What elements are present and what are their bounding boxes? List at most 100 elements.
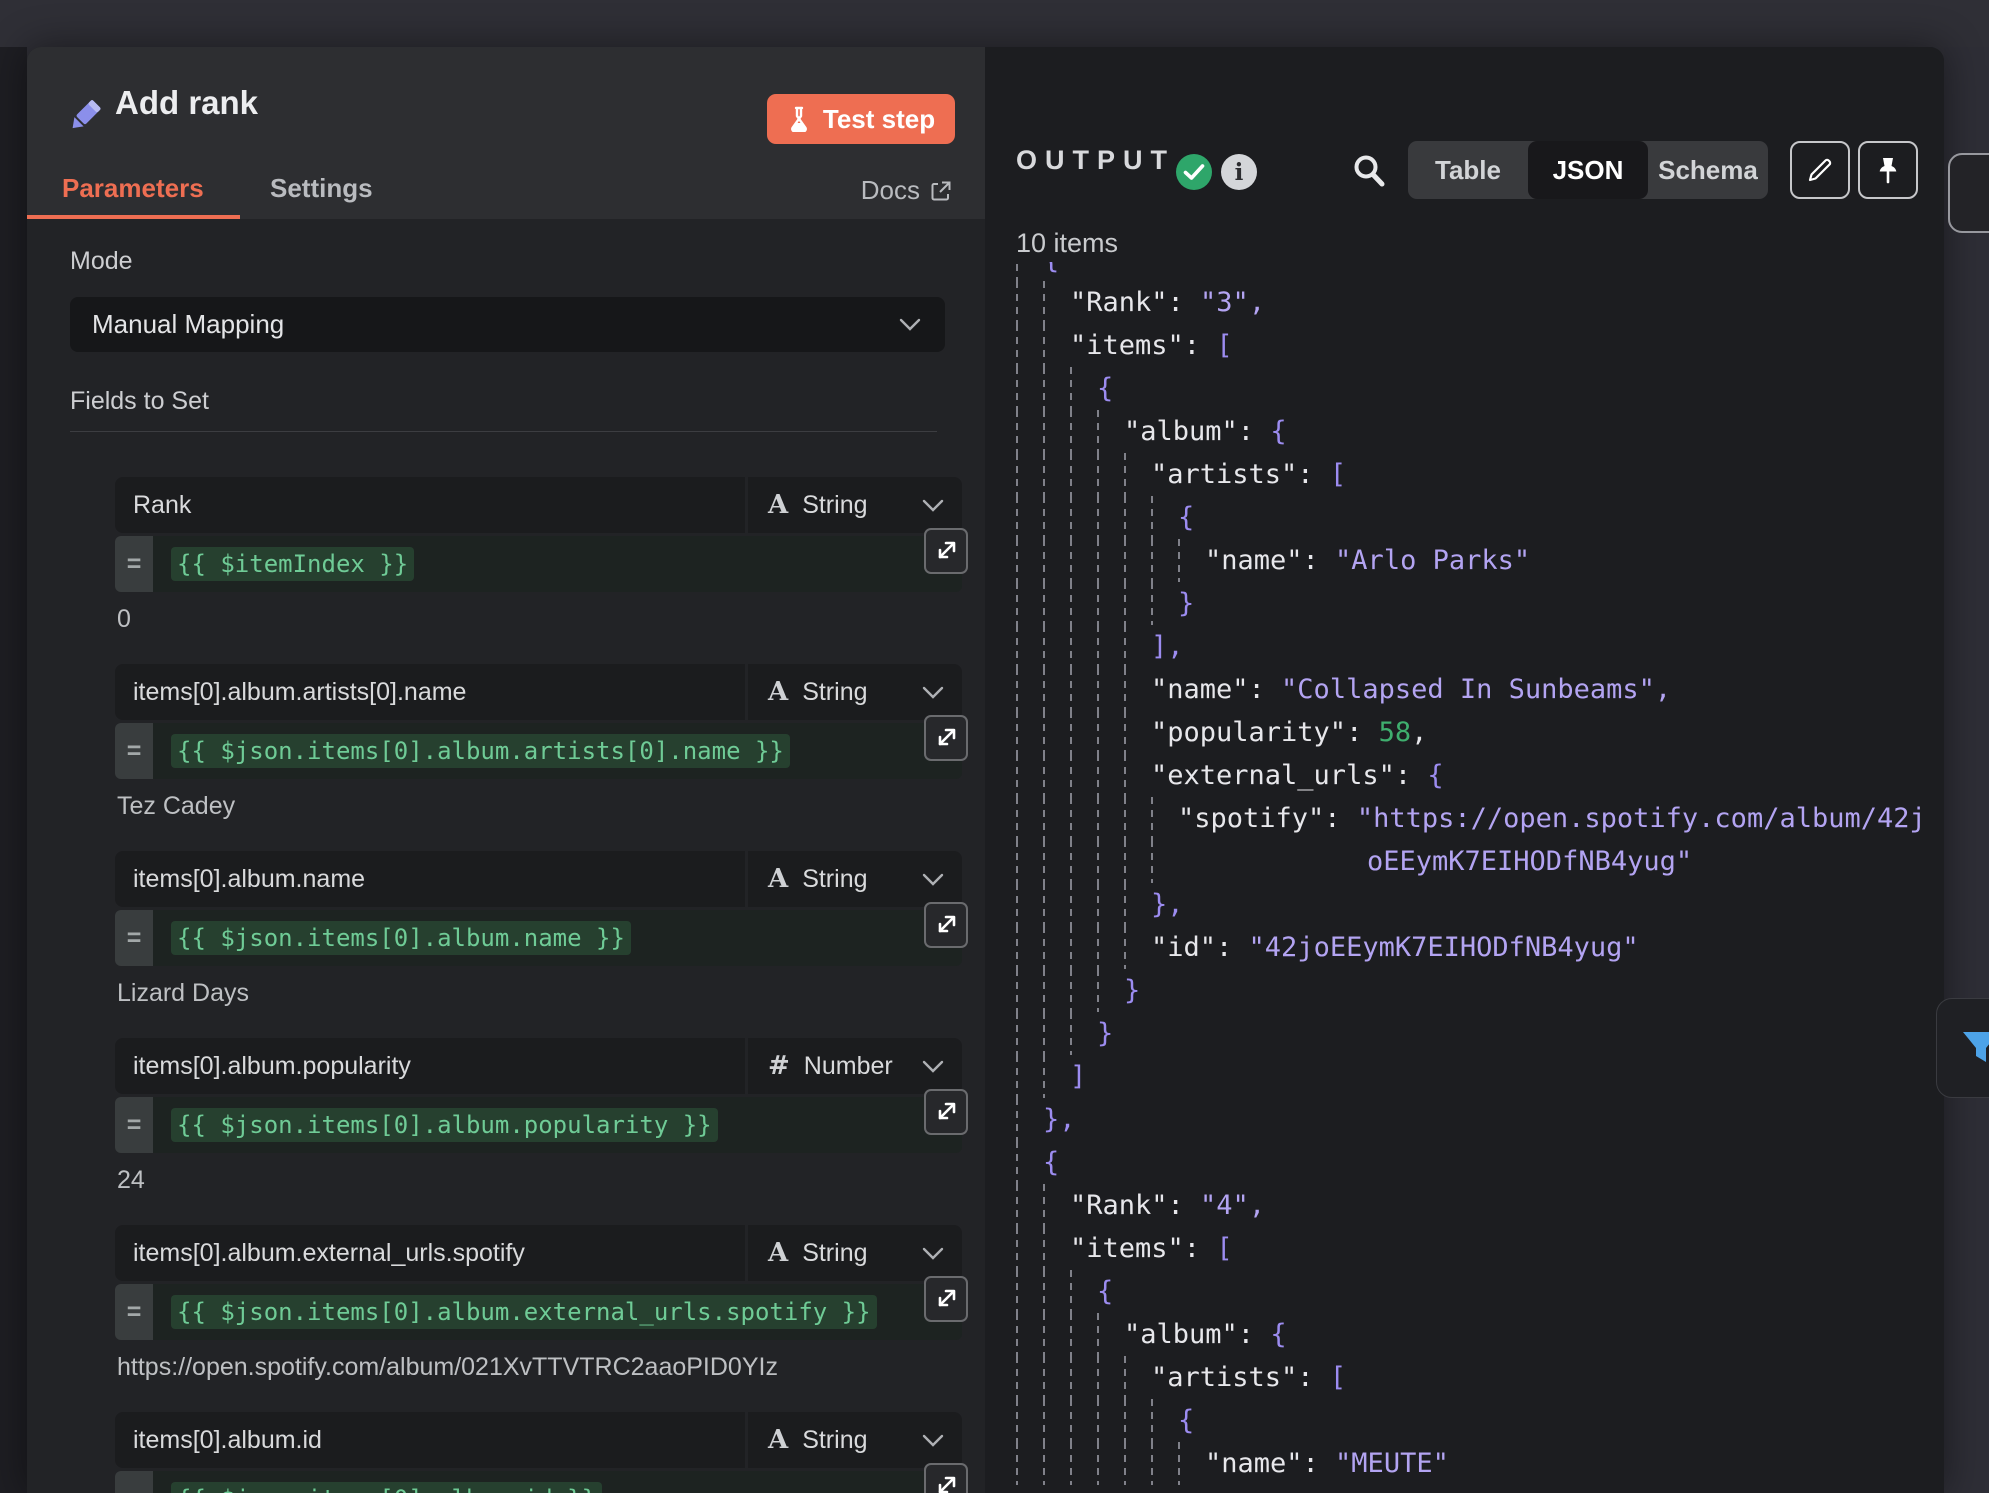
chevron-down-icon bbox=[922, 1247, 944, 1260]
json-line: "Rank": "3", bbox=[1016, 281, 1940, 324]
json-line: "items": [ bbox=[1016, 324, 1940, 367]
expand-icon bbox=[935, 1475, 957, 1493]
field-name-input[interactable]: items[0].album.popularity bbox=[115, 1038, 745, 1094]
field-type-select[interactable]: A String bbox=[748, 1225, 962, 1281]
mode-select[interactable]: Manual Mapping bbox=[70, 297, 945, 352]
success-check-icon bbox=[1176, 154, 1212, 190]
equals-prefix: = bbox=[115, 910, 153, 966]
pin-output-button[interactable] bbox=[1858, 141, 1918, 199]
field-type-select[interactable]: A String bbox=[748, 477, 962, 533]
info-icon[interactable]: i bbox=[1221, 154, 1257, 190]
expression-preview: Lizard Days bbox=[117, 979, 249, 1008]
json-line: "artists": [ bbox=[1016, 453, 1940, 496]
type-icon: A bbox=[768, 1425, 788, 1455]
mode-label: Mode bbox=[70, 247, 133, 276]
field-group: items[0].album.external_urls.spotify A S… bbox=[115, 1225, 962, 1412]
type-label: String bbox=[802, 865, 867, 894]
fields-to-set-label: Fields to Set bbox=[70, 387, 209, 416]
chevron-down-icon bbox=[922, 686, 944, 699]
tab-settings[interactable]: Settings bbox=[270, 173, 373, 204]
expression-input[interactable]: {{ $json.items[0].album.popularity }} bbox=[153, 1097, 962, 1153]
node-header: Add rank Test step Parameters Settings D… bbox=[27, 47, 985, 220]
view-tab-json[interactable]: JSON bbox=[1528, 141, 1648, 199]
json-line: oEEymK7EIHODfNB4yug" bbox=[1016, 840, 1940, 883]
expression-input[interactable]: {{ $itemIndex }} bbox=[153, 536, 962, 592]
expand-expression-button[interactable] bbox=[924, 1463, 968, 1493]
expression-input[interactable]: {{ $json.items[0].album.id }} bbox=[153, 1471, 962, 1493]
search-icon[interactable] bbox=[1349, 151, 1389, 191]
expression-preview: https://open.spotify.com/album/021XvTTVT… bbox=[117, 1353, 778, 1382]
field-row: Rank A String bbox=[115, 477, 962, 533]
docs-label: Docs bbox=[861, 175, 920, 206]
flask-icon bbox=[787, 106, 811, 132]
field-name-input[interactable]: items[0].album.id bbox=[115, 1412, 745, 1468]
type-icon: A bbox=[768, 1238, 788, 1268]
output-view-switcher: Table JSON Schema bbox=[1408, 141, 1768, 199]
field-name-input[interactable]: items[0].album.name bbox=[115, 851, 745, 907]
json-line: "album": { bbox=[1016, 410, 1940, 453]
expand-expression-button[interactable] bbox=[924, 528, 968, 574]
chevron-down-icon bbox=[899, 318, 921, 331]
expression-preview: 0 bbox=[117, 605, 131, 634]
view-tab-table[interactable]: Table bbox=[1408, 141, 1528, 199]
field-name-input[interactable]: items[0].album.external_urls.spotify bbox=[115, 1225, 745, 1281]
json-line: "Rank": "4", bbox=[1016, 1184, 1940, 1227]
expression-input[interactable]: {{ $json.items[0].album.external_urls.sp… bbox=[153, 1284, 962, 1340]
edit-output-button[interactable] bbox=[1790, 141, 1850, 199]
type-icon: A bbox=[768, 677, 788, 707]
docs-link[interactable]: Docs bbox=[861, 175, 952, 206]
field-type-select[interactable]: A String bbox=[748, 664, 962, 720]
canvas-backdrop-left bbox=[0, 47, 27, 1493]
field-name-input[interactable]: items[0].album.artists[0].name bbox=[115, 664, 745, 720]
json-line: } bbox=[1016, 969, 1940, 1012]
expand-icon bbox=[935, 727, 957, 749]
type-icon: A bbox=[768, 490, 788, 520]
field-type-select[interactable]: A String bbox=[748, 1412, 962, 1468]
field-name-input[interactable]: Rank bbox=[115, 477, 745, 533]
type-label: String bbox=[802, 1426, 867, 1455]
pencil-icon bbox=[1806, 156, 1834, 184]
field-type-select[interactable]: # Number bbox=[748, 1038, 962, 1094]
json-view: {"Rank": "3","items": [{"album": {"artis… bbox=[1016, 262, 1940, 1493]
parameters-content: Mode Manual Mapping Fields to Set Rank A… bbox=[27, 219, 985, 1493]
field-type-select[interactable]: A String bbox=[748, 851, 962, 907]
filter-flyout[interactable] bbox=[1936, 998, 1989, 1098]
output-title: OUTPUT bbox=[1016, 145, 1175, 176]
expand-expression-button[interactable] bbox=[924, 715, 968, 761]
json-line: "items": [ bbox=[1016, 1227, 1940, 1270]
expand-expression-button[interactable] bbox=[924, 902, 968, 948]
test-step-button[interactable]: Test step bbox=[767, 94, 955, 144]
expression-row: = {{ $json.items[0].album.popularity }} bbox=[115, 1097, 962, 1153]
parameters-panel: Add rank Test step Parameters Settings D… bbox=[27, 47, 985, 1493]
field-row: items[0].album.external_urls.spotify A S… bbox=[115, 1225, 962, 1281]
view-tab-schema[interactable]: Schema bbox=[1648, 141, 1768, 199]
fields-divider bbox=[70, 431, 937, 432]
expand-expression-button[interactable] bbox=[924, 1089, 968, 1135]
chevron-down-icon bbox=[922, 1434, 944, 1447]
expression-preview: 24 bbox=[117, 1166, 145, 1195]
json-line: ], bbox=[1016, 625, 1940, 668]
json-line: "album": { bbox=[1016, 1313, 1940, 1356]
expression-input[interactable]: {{ $json.items[0].album.name }} bbox=[153, 910, 962, 966]
expand-expression-button[interactable] bbox=[924, 1276, 968, 1322]
field-row: items[0].album.name A String bbox=[115, 851, 962, 907]
expression-row: = {{ $json.items[0].album.id }} bbox=[115, 1471, 962, 1493]
pin-icon bbox=[1875, 155, 1901, 185]
json-line: "name": "MEUTE" bbox=[1016, 1442, 1940, 1485]
node-title: Add rank bbox=[115, 84, 258, 122]
field-row: items[0].album.id A String bbox=[115, 1412, 962, 1468]
expression-row: = {{ $json.items[0].album.external_urls.… bbox=[115, 1284, 962, 1340]
equals-prefix: = bbox=[115, 1097, 153, 1153]
field-row: items[0].album.popularity # Number bbox=[115, 1038, 962, 1094]
expand-icon bbox=[935, 914, 957, 936]
output-panel: OUTPUT i Table JSON Schema bbox=[985, 47, 1944, 1493]
field-group: Rank A String = {{ $itemIndex }} 0 bbox=[115, 477, 962, 664]
output-items-count: 10 items bbox=[1016, 228, 1118, 259]
json-line: "id": "42joEEymK7EIHODfNB4yug" bbox=[1016, 926, 1940, 969]
expression-row: = {{ $json.items[0].album.artists[0].nam… bbox=[115, 723, 962, 779]
pencil-node-icon bbox=[65, 95, 105, 135]
tab-parameters[interactable]: Parameters bbox=[62, 173, 204, 204]
json-line: { bbox=[1016, 1399, 1940, 1442]
expression-input[interactable]: {{ $json.items[0].album.artists[0].name … bbox=[153, 723, 962, 779]
type-label: Number bbox=[804, 1052, 893, 1081]
